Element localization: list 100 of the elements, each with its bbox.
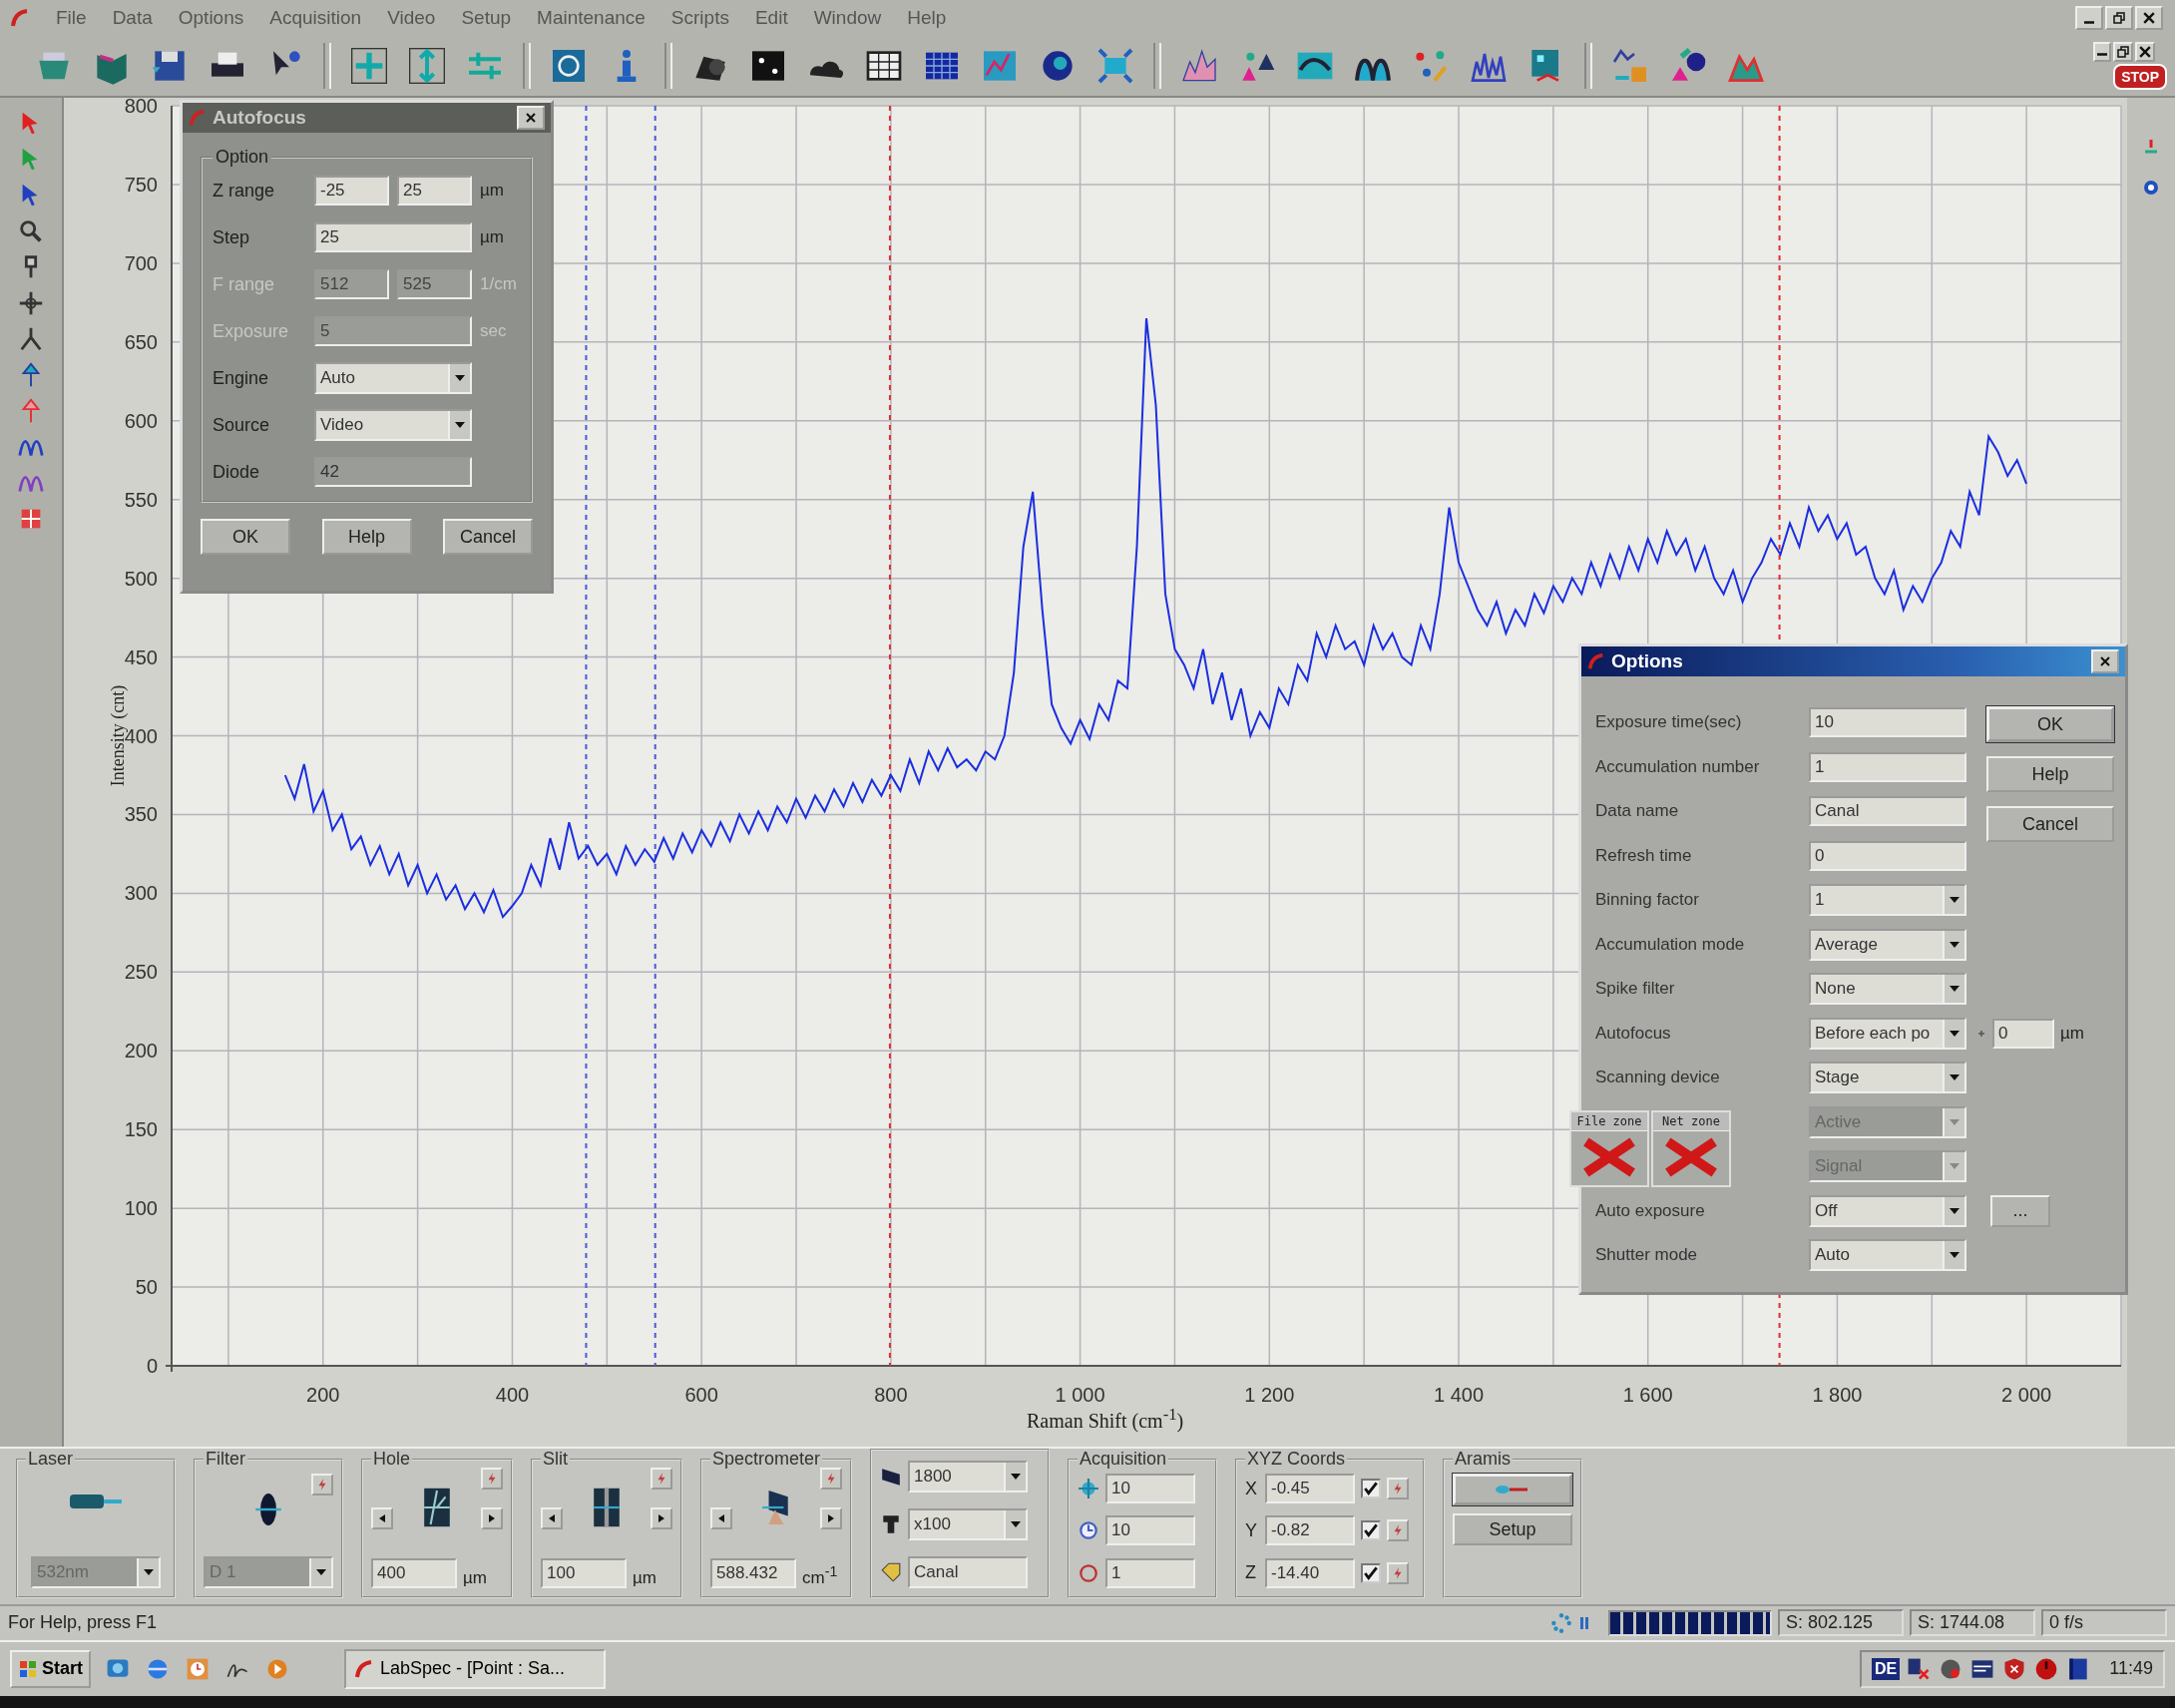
dropdown[interactable]: 1 (1809, 884, 1966, 917)
lightning-button[interactable] (1387, 1519, 1409, 1542)
cursor-line[interactable] (653, 105, 656, 1368)
dialog-button[interactable]: OK (1986, 706, 2114, 743)
input-field[interactable]: -0.45 (1265, 1474, 1355, 1504)
checkbox[interactable] (1361, 1520, 1381, 1541)
more-button[interactable]: ... (1990, 1194, 2050, 1227)
input-field[interactable]: 25 (397, 176, 472, 207)
menu-item[interactable]: Video (387, 6, 436, 29)
checkbox[interactable] (1361, 1562, 1381, 1583)
menu-item[interactable]: Edit (754, 6, 788, 29)
input-field[interactable]: 10 (1105, 1474, 1195, 1504)
lightning-button[interactable] (1387, 1478, 1409, 1500)
caret-icon (1943, 1241, 1964, 1270)
lightning-button[interactable] (820, 1468, 842, 1491)
dialog-button[interactable]: Cancel (1986, 806, 2114, 843)
dropdown[interactable]: Auto (1809, 1239, 1966, 1272)
right-arrow-button[interactable] (651, 1507, 672, 1530)
group-title: XYZ Coords (1246, 1449, 1347, 1471)
lightning-button[interactable] (1387, 1561, 1409, 1584)
lightning-button[interactable] (481, 1468, 503, 1491)
left-arrow-button[interactable] (710, 1507, 732, 1530)
input-field[interactable]: -0.82 (1265, 1515, 1355, 1546)
lightning-button[interactable] (311, 1474, 333, 1496)
restore-button[interactable] (2113, 41, 2133, 62)
input-field[interactable]: -14.40 (1265, 1557, 1355, 1588)
checkbox[interactable] (1361, 1479, 1381, 1499)
right-arrow-button[interactable] (481, 1507, 503, 1530)
menu-item[interactable]: Help (907, 6, 947, 29)
minimize-button[interactable] (2075, 5, 2103, 30)
start-button[interactable]: Start (10, 1649, 91, 1688)
probe-button[interactable] (1453, 1474, 1572, 1506)
group-title: Acquisition (1079, 1449, 1168, 1471)
axis-tick-label: 1 600 (1622, 1384, 1673, 1406)
move-arrows-icon[interactable] (349, 45, 389, 86)
cursor-line[interactable] (585, 105, 588, 1368)
menu-item[interactable]: Acquisition (269, 6, 362, 29)
dropdown[interactable]: None (1809, 973, 1966, 1006)
menu-item[interactable]: Options (178, 6, 244, 29)
dropdown[interactable]: Before each po (1809, 1017, 1966, 1050)
dropdown[interactable]: Auto (314, 362, 472, 395)
zone-tile[interactable]: Net zone (1651, 1110, 1731, 1188)
close-button[interactable] (517, 106, 545, 131)
input-field[interactable]: 10 (1105, 1515, 1195, 1546)
input-field[interactable]: 400 (371, 1557, 457, 1588)
dialog-button[interactable]: Help (1986, 756, 2114, 793)
menu-item[interactable]: File (56, 6, 87, 29)
left-arrow-button[interactable] (371, 1507, 393, 1530)
right-arrow-button[interactable] (820, 1507, 842, 1530)
input-field[interactable]: 25 (314, 222, 472, 253)
dialog-button[interactable]: Help (321, 519, 412, 556)
input-field[interactable]: 10 (1809, 707, 1966, 738)
caret-icon (1943, 975, 1964, 1004)
dropdown[interactable]: Off (1809, 1194, 1966, 1227)
input-field[interactable]: Canal (1809, 796, 1966, 827)
input-field[interactable]: 588.432 (710, 1557, 796, 1588)
minimize-button[interactable] (2093, 41, 2111, 62)
dialog-button[interactable]: Cancel (443, 519, 533, 556)
input-field[interactable]: 0 (1809, 840, 1966, 871)
menu-item[interactable]: Scripts (670, 6, 729, 29)
axis-tick-label: 750 (124, 174, 158, 197)
restore-button[interactable] (2105, 5, 2133, 30)
field-label: Exposure (213, 320, 290, 342)
cursor-line[interactable] (888, 105, 891, 1368)
group-title: Laser (27, 1449, 75, 1471)
field-label: Diode (213, 461, 261, 483)
language-indicator[interactable]: DE (1872, 1657, 1901, 1680)
axis-tick-label: 300 (124, 882, 158, 905)
input-field[interactable]: 1 (1809, 751, 1966, 782)
input-field[interactable]: 100 (541, 1557, 627, 1588)
dialog-button[interactable]: OK (201, 519, 290, 556)
taskbar-button[interactable]: LabSpec - [Point : Sa... (344, 1648, 606, 1689)
zone-tile[interactable]: File zone (1569, 1110, 1649, 1188)
stop-button[interactable]: STOP (2113, 63, 2167, 90)
field-label: Exposure time(sec) (1595, 712, 1742, 732)
axis-tick-label: 1 200 (1244, 1384, 1295, 1406)
dropdown[interactable]: Stage (1809, 1062, 1966, 1094)
close-button[interactable] (2135, 5, 2163, 30)
menu-item[interactable]: Data (112, 6, 153, 29)
vertical-arrows-icon[interactable] (407, 45, 447, 86)
axis-title: Raman Shift (cm$^{-1}$) (1027, 1409, 1184, 1432)
input-field[interactable]: Canal (908, 1555, 1028, 1588)
lightning-button[interactable] (651, 1468, 672, 1491)
dropdown[interactable]: Video (314, 409, 472, 442)
field-label: Shutter mode (1595, 1245, 1698, 1265)
left-arrow-button[interactable] (541, 1507, 563, 1530)
close-button[interactable] (2135, 41, 2155, 62)
dropdown[interactable]: 1800 (908, 1461, 1028, 1494)
input-field[interactable]: 1 (1105, 1557, 1195, 1588)
menu-item[interactable]: Maintenance (537, 6, 646, 29)
input-field[interactable]: -25 (314, 176, 389, 207)
dropdown[interactable]: x100 (908, 1507, 1028, 1540)
close-button[interactable] (2091, 649, 2119, 674)
pause-icon[interactable] (1578, 1614, 1590, 1631)
setup-button[interactable]: Setup (1453, 1513, 1572, 1546)
input-field[interactable]: 0 (1992, 1018, 2054, 1049)
menu-item[interactable]: Setup (461, 6, 512, 29)
input-field[interactable]: 42 (314, 457, 472, 488)
dropdown[interactable]: Average (1809, 928, 1966, 961)
menu-item[interactable]: Window (813, 6, 882, 29)
